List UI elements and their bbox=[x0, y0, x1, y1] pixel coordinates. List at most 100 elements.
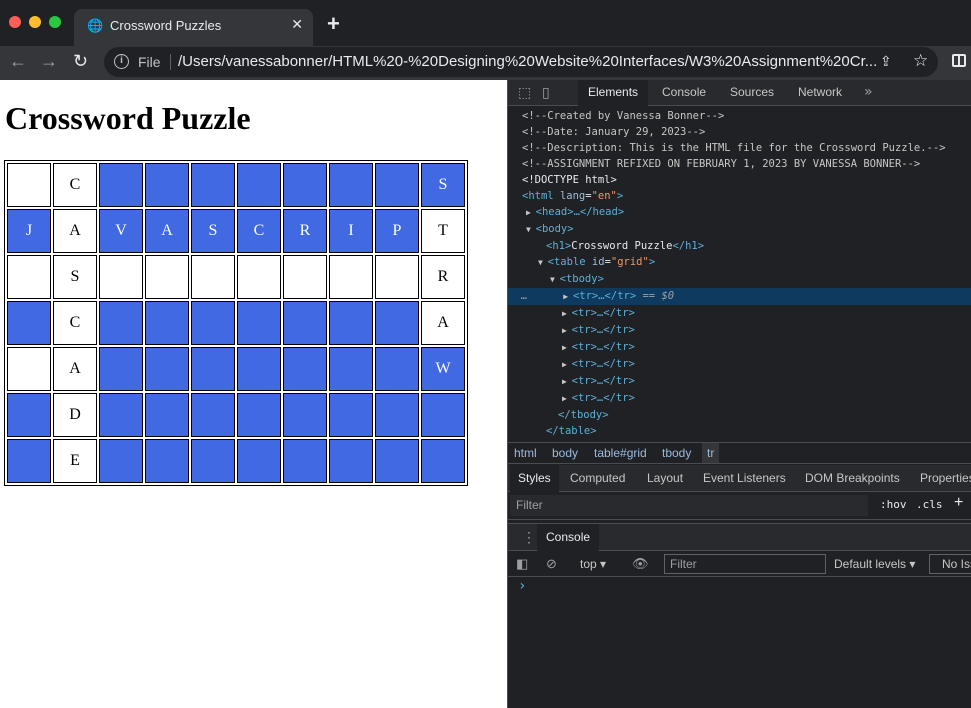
dom-tree: <!--Created by Vanessa Bonner--> <!--Dat… bbox=[508, 108, 971, 444]
sidebar-toggle-icon[interactable]: ◧ bbox=[516, 556, 528, 572]
tab-console[interactable]: Console bbox=[662, 80, 706, 106]
grid-cell bbox=[237, 163, 281, 207]
grid-cell bbox=[99, 255, 143, 299]
dom-doctype[interactable]: <!DOCTYPE html> bbox=[522, 172, 971, 189]
grid-cell: V bbox=[99, 209, 143, 253]
tab-bar: 🌐 Crossword Puzzles ✕ + bbox=[0, 0, 971, 46]
bookmark-star-icon[interactable]: ☆ bbox=[913, 51, 928, 71]
expand-triangle-icon[interactable]: ▶ bbox=[563, 292, 573, 301]
clear-console-icon[interactable]: ⊘ bbox=[546, 556, 557, 572]
drawer-menu-icon[interactable]: ⋮ bbox=[522, 529, 536, 546]
devtools-panel: ⬚ ▯ Elements Console Sources Network » <… bbox=[507, 80, 971, 708]
dom-tr[interactable]: ▶ <tr>…</tr> bbox=[562, 390, 971, 407]
styles-filter-input[interactable]: Filter bbox=[510, 495, 868, 516]
share-icon[interactable]: ⇪ bbox=[880, 53, 892, 70]
context-select[interactable]: top ▾ bbox=[580, 557, 606, 571]
grid-cell bbox=[7, 439, 51, 483]
grid-cell bbox=[237, 347, 281, 391]
devtools-tabbar: ⬚ ▯ Elements Console Sources Network » bbox=[508, 80, 971, 106]
console-toolbar: ◧ ⊘ top ▾ 👁 Filter Default levels ▾ No I… bbox=[508, 551, 971, 577]
grid-cell: S bbox=[53, 255, 97, 299]
grid-cell: C bbox=[53, 163, 97, 207]
breadcrumb-tbody[interactable]: tbody bbox=[662, 446, 691, 460]
issues-button[interactable]: No Issues bbox=[929, 554, 971, 574]
more-tabs-icon[interactable]: » bbox=[864, 84, 873, 100]
reload-icon[interactable]: ↻ bbox=[73, 51, 88, 72]
grid-cell: E bbox=[53, 439, 97, 483]
grid-cell bbox=[283, 301, 327, 345]
new-style-rule-icon[interactable]: + bbox=[954, 494, 963, 512]
dom-tr[interactable]: ▶ <tr>…</tr> bbox=[562, 373, 971, 390]
tab-properties[interactable]: Properties bbox=[920, 465, 971, 492]
styles-subtabs: Styles Computed Layout Event Listeners D… bbox=[508, 465, 971, 492]
inspect-element-icon[interactable]: ⬚ bbox=[518, 85, 531, 101]
grid-cell: S bbox=[191, 209, 235, 253]
back-arrow-icon[interactable]: ← bbox=[9, 51, 27, 72]
divider bbox=[170, 54, 171, 70]
tab-styles[interactable]: Styles bbox=[510, 465, 559, 492]
maximize-window-button[interactable] bbox=[49, 16, 61, 28]
breadcrumb-body[interactable]: body bbox=[552, 446, 578, 460]
grid-cell bbox=[329, 347, 373, 391]
hov-toggle[interactable]: :hov bbox=[880, 498, 907, 511]
breadcrumb-table[interactable]: table#grid bbox=[594, 446, 647, 460]
minimize-window-button[interactable] bbox=[29, 16, 41, 28]
page-viewport: Crossword Puzzle CSJAVASCRIPTSRCAAWDE bbox=[0, 80, 507, 708]
side-panel-icon[interactable] bbox=[952, 54, 966, 67]
tab-sources[interactable]: Sources bbox=[730, 80, 774, 106]
url-text[interactable]: /Users/vanessabonner/HTML%20-%20Designin… bbox=[178, 53, 877, 70]
dom-html[interactable]: <html lang="en"> bbox=[522, 188, 971, 205]
collapse-triangle-icon[interactable]: ▼ bbox=[550, 275, 560, 284]
console-prompt[interactable]: › bbox=[518, 578, 526, 594]
grid-cell bbox=[283, 255, 327, 299]
browser-tab[interactable]: 🌐 Crossword Puzzles ✕ bbox=[74, 9, 313, 46]
dom-head[interactable]: ▶ <head>…</head> bbox=[526, 204, 971, 221]
dom-comment[interactable]: <!--Created by Vanessa Bonner--> bbox=[522, 108, 971, 125]
address-bar[interactable]: i File /Users/vanessabonner/HTML%20-%20D… bbox=[104, 47, 938, 77]
tab-network[interactable]: Network bbox=[798, 80, 842, 106]
grid-cell bbox=[375, 255, 419, 299]
tab-event-listeners[interactable]: Event Listeners bbox=[703, 465, 786, 492]
grid-cell: A bbox=[145, 209, 189, 253]
forward-arrow-icon[interactable]: → bbox=[40, 51, 58, 72]
grid-cell bbox=[329, 439, 373, 483]
dom-tr[interactable]: ▶ <tr>…</tr> bbox=[562, 305, 971, 322]
dom-tr[interactable]: ▶ <tr>…</tr> bbox=[562, 339, 971, 356]
collapse-triangle-icon[interactable]: ▼ bbox=[526, 225, 536, 234]
cls-toggle[interactable]: .cls bbox=[916, 498, 943, 511]
dom-comment[interactable]: <!--Date: January 29, 2023--> bbox=[522, 124, 971, 141]
tab-dom-breakpoints[interactable]: DOM Breakpoints bbox=[805, 465, 900, 492]
dom-comment[interactable]: <!--Description: This is the HTML file f… bbox=[522, 140, 971, 157]
dom-h1[interactable]: <h1>Crossword Puzzle</h1> bbox=[546, 238, 971, 255]
grid-cell bbox=[191, 393, 235, 437]
tab-computed[interactable]: Computed bbox=[570, 465, 625, 492]
device-toolbar-icon[interactable]: ▯ bbox=[542, 85, 550, 101]
tab-layout[interactable]: Layout bbox=[647, 465, 683, 492]
dom-table[interactable]: ▼ <table id="grid"> bbox=[538, 254, 971, 271]
log-levels-select[interactable]: Default levels ▾ bbox=[834, 557, 915, 571]
dom-comment[interactable]: <!--ASSIGNMENT REFIXED ON FEBRUARY 1, 20… bbox=[522, 156, 971, 173]
dom-tr-selected[interactable]: … ▶ <tr>…</tr> == $0 bbox=[508, 288, 971, 305]
breadcrumb-html[interactable]: html bbox=[514, 446, 537, 460]
eye-icon[interactable]: 👁 bbox=[632, 556, 649, 572]
grid-cell: C bbox=[53, 301, 97, 345]
dom-tr[interactable]: ▶ <tr>…</tr> bbox=[562, 356, 971, 373]
close-window-button[interactable] bbox=[9, 16, 21, 28]
dom-tbody[interactable]: ▼ <tbody> bbox=[550, 271, 971, 288]
grid-cell: A bbox=[53, 209, 97, 253]
grid-cell: D bbox=[53, 393, 97, 437]
dom-table-close[interactable]: </table> bbox=[546, 423, 971, 440]
breadcrumb-tr[interactable]: tr bbox=[702, 443, 720, 463]
console-filter-input[interactable]: Filter bbox=[664, 554, 826, 574]
dom-tbody-close[interactable]: </tbody> bbox=[558, 407, 971, 424]
dom-body[interactable]: ▼ <body> bbox=[526, 221, 971, 238]
expand-triangle-icon[interactable]: ▶ bbox=[526, 208, 536, 217]
dom-tr[interactable]: ▶ <tr>…</tr> bbox=[562, 322, 971, 339]
collapse-triangle-icon[interactable]: ▼ bbox=[538, 258, 548, 267]
grid-cell bbox=[237, 255, 281, 299]
tab-elements[interactable]: Elements bbox=[578, 80, 649, 106]
info-icon[interactable]: i bbox=[114, 54, 129, 69]
new-tab-button[interactable]: + bbox=[327, 11, 340, 37]
close-tab-icon[interactable]: ✕ bbox=[291, 16, 303, 33]
drawer-tab-console[interactable]: Console bbox=[537, 524, 600, 551]
